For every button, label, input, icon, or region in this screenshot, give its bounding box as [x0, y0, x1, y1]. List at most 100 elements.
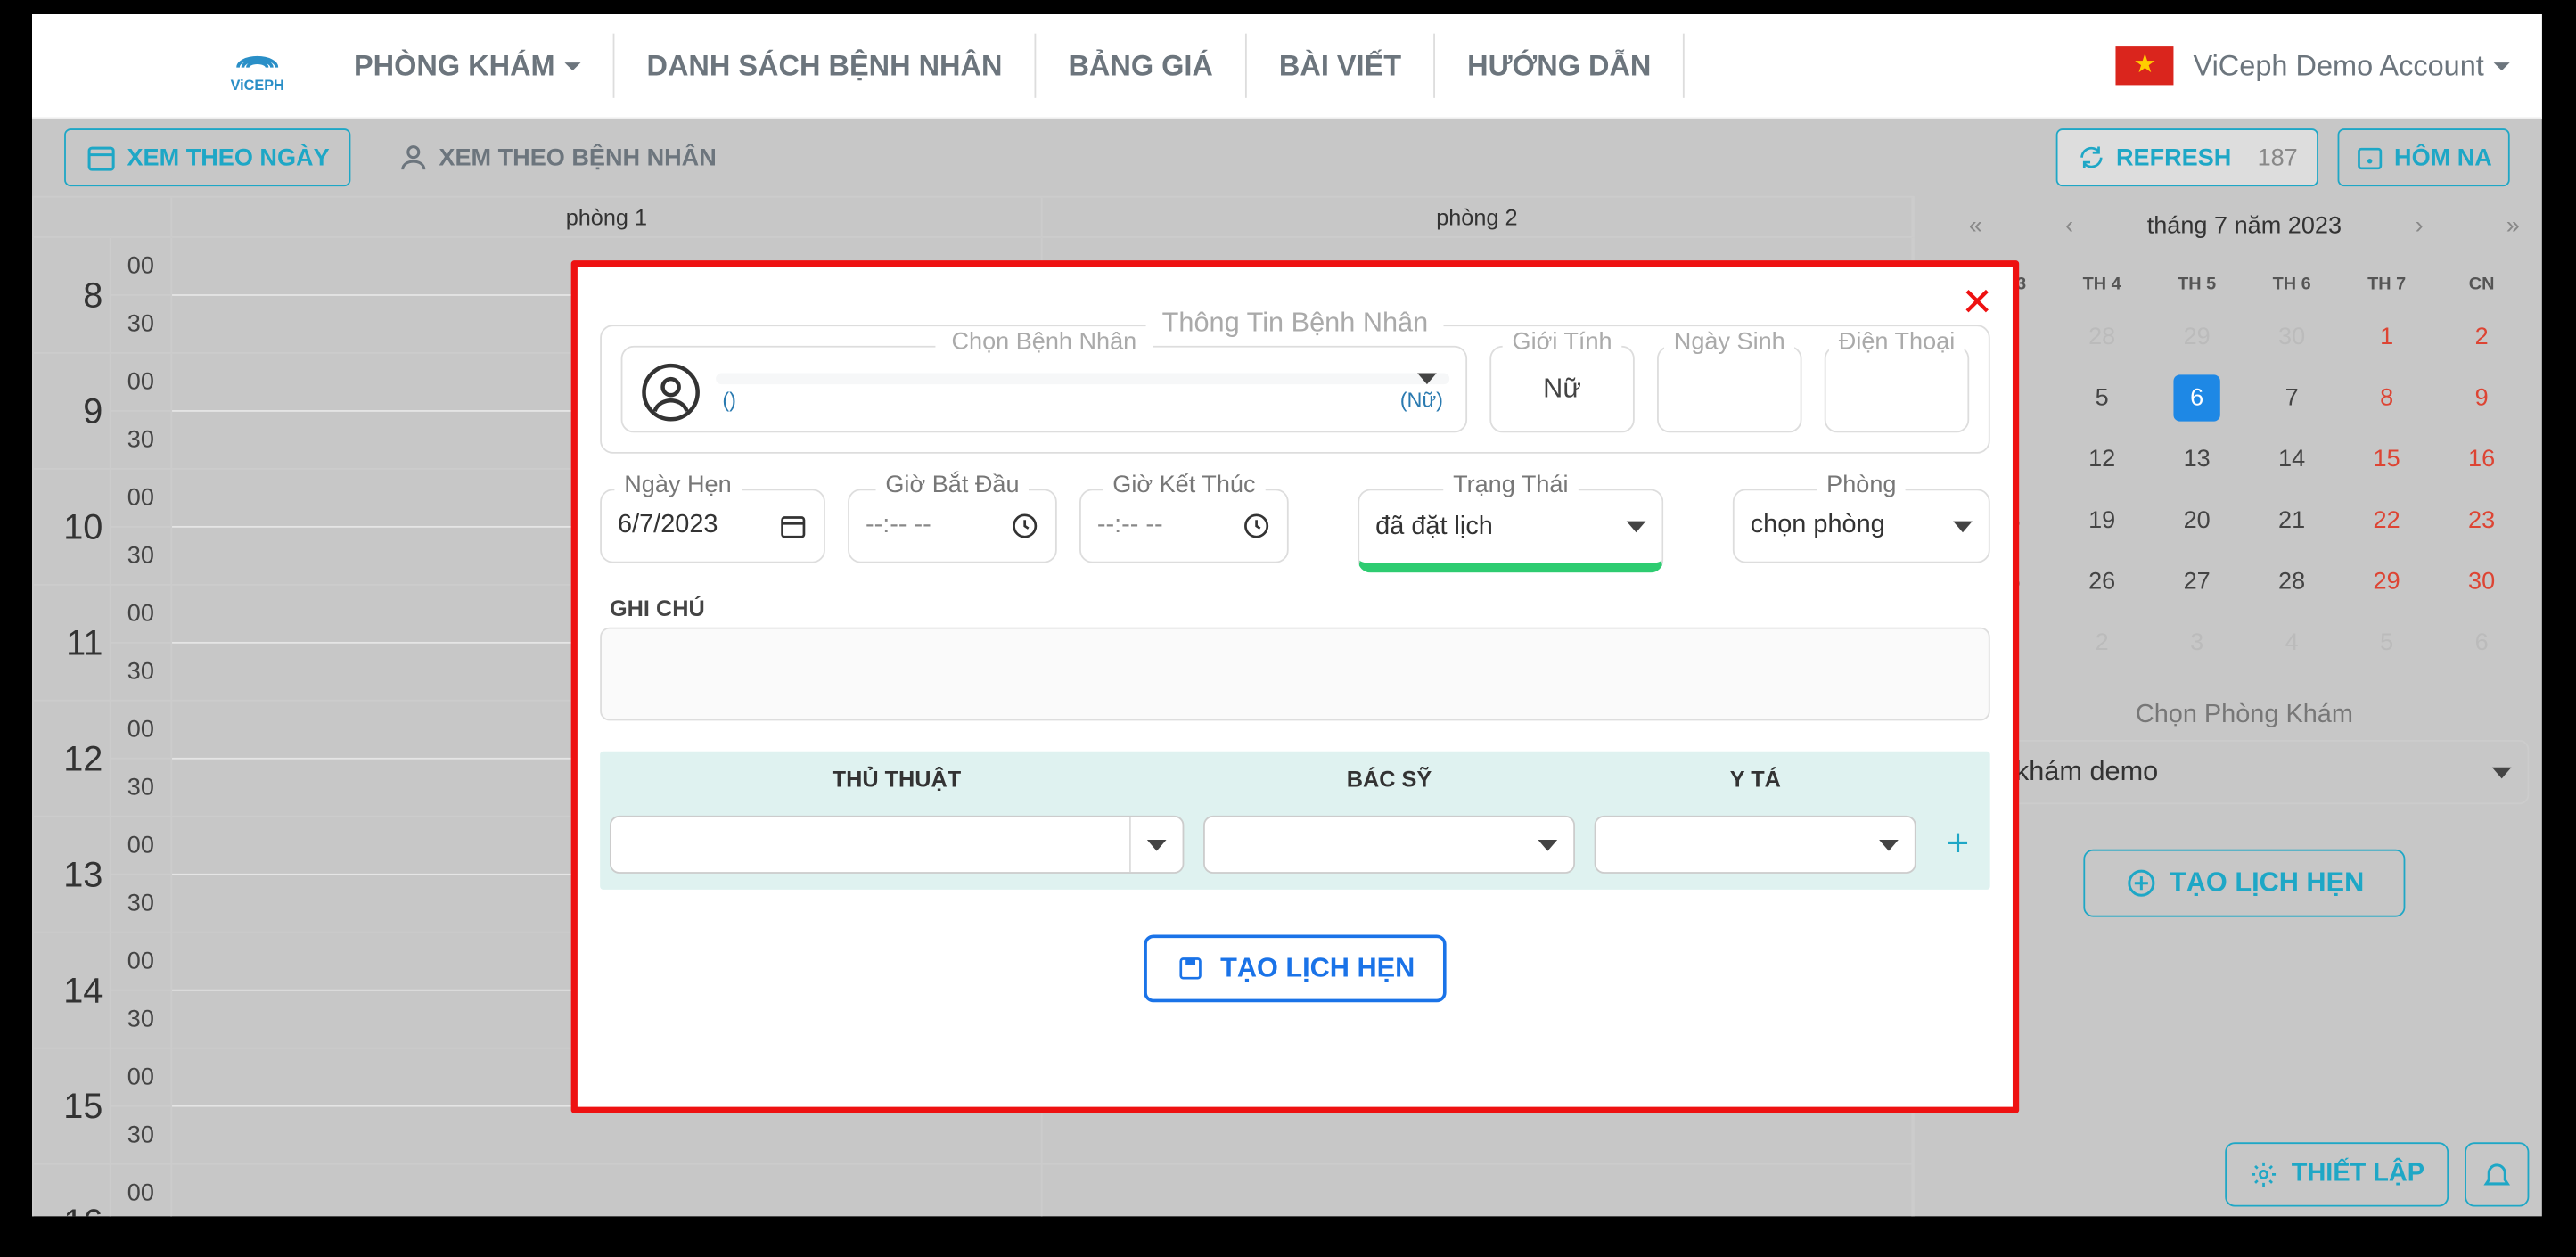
room-field[interactable]: Phòng chọn phòng: [1733, 489, 1990, 563]
minute-label: 30: [111, 412, 170, 468]
today-button[interactable]: HÔM NA: [2338, 128, 2510, 186]
th-nurse: Y TÁ: [1585, 752, 1925, 806]
cal-day[interactable]: 1: [2339, 306, 2433, 367]
cal-day[interactable]: 28: [2244, 550, 2339, 612]
chevron-down-icon: [2494, 62, 2510, 70]
calendar-today-icon: [2356, 143, 2384, 171]
minute-label: 30: [111, 991, 170, 1048]
cal-day[interactable]: 23: [2434, 489, 2529, 550]
cal-day[interactable]: 8: [2339, 366, 2433, 428]
cal-day[interactable]: 7: [2244, 366, 2339, 428]
cal-day[interactable]: 26: [2055, 550, 2149, 612]
flag-vietnam-icon[interactable]: ★: [2116, 46, 2174, 85]
gear-icon: [2250, 1160, 2278, 1188]
cal-day[interactable]: 21: [2244, 489, 2339, 550]
plus-circle-icon: [2124, 867, 2156, 900]
refresh-button[interactable]: REFRESH 187: [2056, 128, 2318, 186]
nav-huong-dan[interactable]: HƯỚNG DẪN: [1435, 34, 1685, 98]
add-row-button[interactable]: +: [1935, 822, 1981, 867]
gender-value: Nữ: [1543, 374, 1581, 406]
cal-day[interactable]: 14: [2244, 428, 2339, 489]
nav-bang-gia[interactable]: BẢNG GIÁ: [1036, 34, 1246, 98]
cal-prev-month[interactable]: ‹: [2054, 211, 2086, 239]
cal-day[interactable]: 15: [2339, 428, 2433, 489]
minute-label: 00: [111, 354, 170, 412]
cal-day[interactable]: 3: [2149, 612, 2244, 673]
submit-create-appointment-button[interactable]: TẠO LỊCH HẸN: [1143, 934, 1447, 1002]
account-menu[interactable]: ViCeph Demo Account: [2194, 49, 2526, 83]
cal-day[interactable]: 5: [2339, 612, 2433, 673]
minute-label: 00: [111, 586, 170, 644]
cal-day[interactable]: 12: [2055, 428, 2149, 489]
calendar-title: tháng 7 năm 2023: [2147, 211, 2342, 239]
minute-label: 00: [111, 1049, 170, 1107]
cal-day[interactable]: 29: [2149, 306, 2244, 367]
note-label: GHI CHÚ: [610, 596, 1990, 621]
select-clinic-dropdown[interactable]: ng khám demo: [1959, 740, 2529, 804]
minute-label: 30: [111, 644, 170, 700]
logo-text: ViCEPH: [231, 77, 284, 93]
procedure-select[interactable]: [610, 816, 1184, 874]
nav-danh-sach-benh-nhan[interactable]: DANH SÁCH BỆNH NHÂN: [614, 34, 1036, 98]
notifications-button[interactable]: [2465, 1142, 2529, 1206]
cal-next-year[interactable]: »: [2497, 211, 2529, 239]
cal-day[interactable]: 30: [2434, 550, 2529, 612]
hour-label: 10: [34, 470, 111, 584]
cal-day[interactable]: 27: [2149, 550, 2244, 612]
create-appointment-button[interactable]: TẠO LỊCH HẸN: [2083, 850, 2405, 917]
patient-empty-id: (): [722, 388, 736, 412]
cal-dow: CN: [2434, 264, 2529, 306]
appointment-date-field[interactable]: Ngày Hẹn 6/7/2023: [600, 489, 825, 563]
logo[interactable]: ViCEPH: [209, 38, 306, 93]
minute-label: 00: [111, 817, 170, 875]
cal-day[interactable]: 9: [2434, 366, 2529, 428]
refresh-icon: [2078, 143, 2106, 171]
note-textarea[interactable]: [600, 628, 1990, 721]
cal-day[interactable]: 13: [2149, 428, 2244, 489]
patient-info-title: Thông Tin Bệnh Nhân: [1146, 308, 1445, 340]
mini-calendar: TH 3TH 4TH 5TH 6TH 7CN272829301245678911…: [1959, 264, 2529, 672]
phone-field: Điện Thoại: [1825, 346, 1969, 432]
nav-phong-kham[interactable]: PHÒNG KHÁM: [322, 34, 615, 98]
end-time-field[interactable]: Giờ Kết Thúc --:-- --: [1079, 489, 1289, 563]
status-field[interactable]: Trạng Thái đã đặt lịch: [1358, 489, 1663, 572]
minute-label: 30: [111, 528, 170, 584]
chevron-down-icon: [1538, 839, 1558, 850]
chevron-down-icon: [1879, 839, 1899, 850]
cal-prev-year[interactable]: «: [1959, 211, 1991, 239]
cal-day[interactable]: 28: [2055, 306, 2149, 367]
dob-field: Ngày Sinh: [1657, 346, 1801, 432]
th-doctor: BÁC SỸ: [1194, 752, 1586, 806]
cal-day[interactable]: 19: [2055, 489, 2149, 550]
clock-icon: [1010, 512, 1038, 540]
cal-day[interactable]: 29: [2339, 550, 2433, 612]
grid-cell[interactable]: [172, 1165, 1043, 1217]
minute-label: 00: [111, 470, 170, 528]
nurse-select[interactable]: [1595, 816, 1916, 874]
cal-next-month[interactable]: ›: [2403, 211, 2435, 239]
nav-bai-viet[interactable]: BÀI VIẾT: [1247, 34, 1435, 98]
cal-day[interactable]: 4: [2244, 612, 2339, 673]
cal-dow: TH 4: [2055, 264, 2149, 306]
cal-day[interactable]: 20: [2149, 489, 2244, 550]
cal-day[interactable]: 2: [2434, 306, 2529, 367]
hour-label: 14: [34, 933, 111, 1048]
view-by-patient-tab[interactable]: XEM THEO BỆNH NHÂN: [376, 128, 737, 186]
close-icon[interactable]: ✕: [1961, 280, 1993, 326]
cal-day[interactable]: 22: [2339, 489, 2433, 550]
view-by-day-tab[interactable]: XEM THEO NGÀY: [64, 128, 350, 186]
cal-day[interactable]: 5: [2055, 366, 2149, 428]
select-patient-dropdown[interactable]: [716, 374, 1449, 385]
cal-day[interactable]: 30: [2244, 306, 2339, 367]
select-patient-field: Chọn Bệnh Nhân () (Nữ): [621, 346, 1467, 432]
cal-day[interactable]: 16: [2434, 428, 2529, 489]
cal-day[interactable]: 6: [2149, 366, 2244, 428]
start-time-field[interactable]: Giờ Bắt Đầu --:-- --: [848, 489, 1057, 563]
calendar-nav: « ‹ tháng 7 năm 2023 › »: [1959, 196, 2529, 254]
settings-button[interactable]: THIẾT LẬP: [2226, 1142, 2449, 1206]
grid-cell[interactable]: [1043, 1165, 1914, 1217]
cal-day[interactable]: 2: [2055, 612, 2149, 673]
doctor-select[interactable]: [1203, 816, 1576, 874]
cal-day[interactable]: 6: [2434, 612, 2529, 673]
room-headers: phòng 1 phòng 2: [32, 196, 1915, 238]
